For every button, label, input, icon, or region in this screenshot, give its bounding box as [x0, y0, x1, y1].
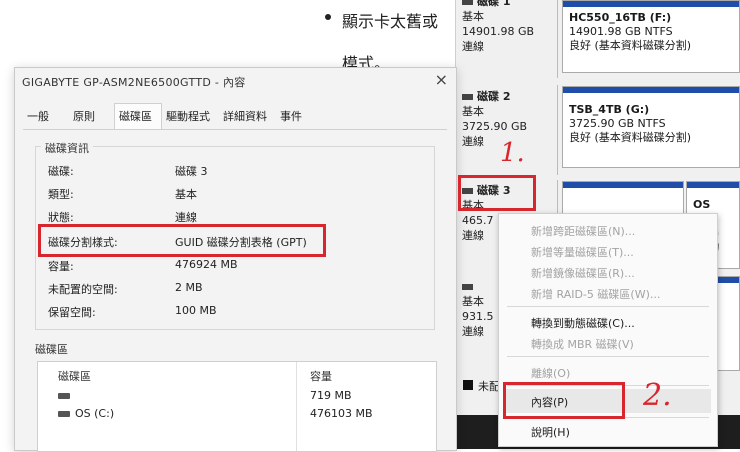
- info-key-disk: 磁碟:: [48, 165, 74, 178]
- info-value-reserved: 100 MB: [175, 304, 217, 317]
- info-key-capacity: 容量:: [48, 260, 74, 273]
- bullet-dot: [325, 14, 331, 20]
- volume-list[interactable]: 磁碟區 容量 719 MB OS (C:) 476103 MB: [37, 361, 437, 452]
- unallocated-legend-swatch: [463, 380, 473, 390]
- doc-text-line: 顯示卡太舊或: [342, 12, 439, 31]
- menu-item-convert-mbr[interactable]: 轉換成 MBR 磁碟(V): [531, 336, 634, 352]
- tab-general[interactable]: 一般: [27, 108, 49, 124]
- disk-name: 磁碟 2: [477, 90, 511, 103]
- column-header-volume[interactable]: 磁碟區: [58, 368, 91, 384]
- disk-status: 連線: [462, 40, 484, 53]
- menu-item-new-mirrored-volume[interactable]: 新增鏡像磁碟區(R)...: [531, 265, 635, 281]
- menu-item-help[interactable]: 說明(H): [531, 424, 570, 440]
- disk-type: 基本: [462, 10, 484, 23]
- volume-f[interactable]: HC550_16TB (F:) 14901.98 GB NTFS 良好 (基本資…: [562, 0, 740, 73]
- highlight-partition-style: [38, 224, 326, 257]
- volume-size: 3725.90 GB NTFS: [569, 117, 666, 130]
- info-value-status: 連線: [175, 211, 197, 224]
- volume-title: TSB_4TB (G:): [569, 103, 650, 116]
- unallocated-legend-label: 未配: [478, 380, 500, 393]
- menu-item-offline[interactable]: 離線(O): [531, 365, 570, 381]
- drive-icon: [58, 393, 70, 399]
- info-key-reserved: 保留空間:: [48, 306, 96, 319]
- disk-icon: [462, 0, 473, 5]
- disk-name: 磁碟 1: [477, 0, 511, 8]
- volume-status: 良好 (基本資料磁碟分割): [569, 131, 692, 144]
- tab-details[interactable]: 詳細資料: [223, 108, 267, 124]
- info-key-type: 類型:: [48, 188, 74, 201]
- tab-policies[interactable]: 原則: [73, 108, 95, 124]
- tab-volumes[interactable]: 磁碟區: [119, 108, 152, 124]
- drive-icon: [58, 411, 70, 417]
- column-divider: [296, 362, 297, 451]
- menu-item-new-spanned-volume[interactable]: 新增跨距磁碟區(N)...: [531, 223, 635, 239]
- tab-events[interactable]: 事件: [280, 108, 302, 124]
- column-header-capacity[interactable]: 容量: [310, 368, 332, 384]
- disk-icon: [462, 284, 473, 290]
- list-item[interactable]: [58, 389, 75, 402]
- close-icon[interactable]: ×: [435, 70, 448, 89]
- volume-bar: [563, 87, 739, 93]
- step-number-1: 1.: [500, 138, 525, 168]
- volumes-section-label: 磁碟區: [35, 343, 68, 356]
- volume-size: 14901.98 GB NTFS: [569, 25, 673, 38]
- disk-type: 基本: [462, 105, 484, 118]
- info-value-capacity: 476924 MB: [175, 258, 238, 271]
- menu-item-new-raid5-volume[interactable]: 新增 RAID-5 磁碟區(W)...: [531, 286, 660, 302]
- list-item[interactable]: OS (C:): [58, 407, 114, 420]
- menu-item-convert-dynamic[interactable]: 轉換到動態磁碟(C)...: [531, 315, 635, 331]
- disk-size: 3725.90 GB: [462, 120, 528, 133]
- list-item-capacity: 476103 MB: [310, 407, 373, 420]
- disk-1-label[interactable]: 磁碟 1 基本 14901.98 GB 連線: [462, 0, 558, 78]
- dialog-title: GIGABYTE GP-ASM2NE6500GTTD - 內容: [22, 76, 246, 89]
- info-value-type: 基本: [175, 188, 197, 201]
- volume-status: 良好 (基本資料磁碟分割): [569, 39, 692, 52]
- volume-bar: [687, 182, 739, 188]
- highlight-disk-3: [458, 175, 536, 211]
- volume-bar: [563, 182, 683, 188]
- disk-size: 14901.98 GB: [462, 25, 535, 38]
- menu-separator: [507, 306, 709, 307]
- info-value-disk: 磁碟 3: [175, 165, 208, 178]
- step-number-2: 2.: [643, 378, 672, 413]
- list-item-capacity: 719 MB: [310, 389, 352, 402]
- disk-icon: [462, 94, 473, 100]
- volume-name: OS (C:): [75, 407, 115, 420]
- disk-info-group-label: 磁碟資訊: [41, 140, 93, 156]
- tab-driver[interactable]: 驅動程式: [166, 108, 210, 124]
- menu-item-new-striped-volume[interactable]: 新增等量磁碟區(T)...: [531, 244, 634, 260]
- volume-bar: [563, 1, 739, 7]
- volume-title: HC550_16TB (F:): [569, 11, 672, 24]
- tab-divider: [23, 129, 447, 130]
- info-value-unallocated: 2 MB: [175, 281, 203, 294]
- disk-properties-dialog: GIGABYTE GP-ASM2NE6500GTTD - 內容 × 一般 原則 …: [14, 67, 457, 452]
- highlight-properties: [503, 382, 625, 419]
- info-key-unallocated: 未配置的空間:: [48, 283, 118, 296]
- menu-separator: [507, 356, 709, 357]
- info-key-status: 狀態:: [48, 211, 74, 224]
- volume-g[interactable]: TSB_4TB (G:) 3725.90 GB NTFS 良好 (基本資料磁碟分…: [562, 86, 740, 168]
